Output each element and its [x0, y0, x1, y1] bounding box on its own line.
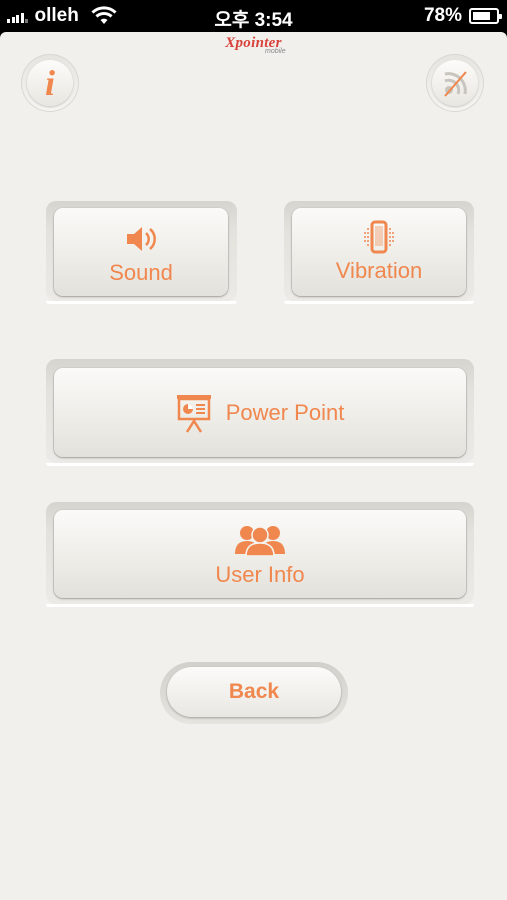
vibration-icon — [364, 220, 394, 254]
power-point-label: Power Point — [225, 399, 345, 425]
connection-button[interactable] — [426, 54, 484, 112]
vibration-button[interactable]: Vibration — [292, 208, 466, 296]
info-button-face[interactable]: i — [27, 60, 73, 106]
battery-percent: 78% — [423, 5, 462, 26]
info-icon: i — [44, 63, 55, 103]
power-point-button[interactable]: Power Point — [54, 368, 466, 457]
status-right: 78% — [423, 5, 502, 27]
app-logo: Xpointer mobile — [0, 34, 507, 55]
user-info-label: User Info — [215, 562, 305, 587]
vibration-label: Vibration — [335, 258, 423, 283]
logo-subtext: mobile — [265, 48, 286, 55]
battery-fill — [473, 12, 491, 20]
user-info-button[interactable]: User Info — [54, 510, 466, 598]
back-button[interactable]: Back — [167, 667, 341, 717]
presentation-icon — [176, 394, 211, 433]
sound-button[interactable]: Sound — [54, 208, 228, 296]
battery-icon — [469, 8, 502, 24]
connection-button-face[interactable] — [432, 60, 478, 106]
status-bar: olleh 오후 3:54 78% — [0, 0, 507, 32]
app-screen: Xpointer mobile i Sound Vibration Power … — [0, 32, 507, 900]
users-icon — [235, 526, 285, 557]
wireless-disconnected-icon — [444, 71, 467, 97]
sound-label: Sound — [109, 260, 173, 285]
info-button[interactable]: i — [21, 54, 79, 112]
speaker-icon — [127, 227, 156, 251]
